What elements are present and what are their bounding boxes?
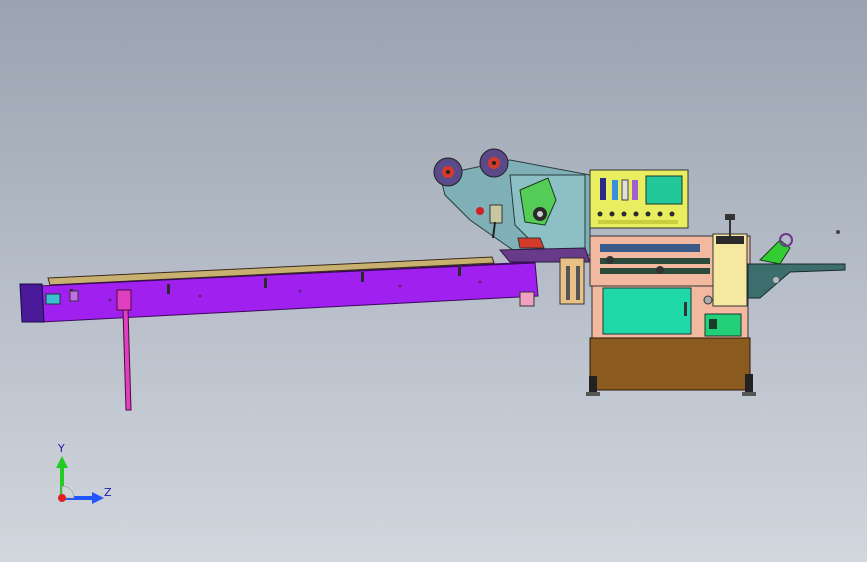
conveyor-pink-block[interactable] bbox=[519, 291, 535, 307]
packaging-machine-model[interactable] bbox=[0, 0, 867, 562]
control-panel[interactable] bbox=[589, 169, 689, 229]
outfeed-conveyor[interactable] bbox=[747, 263, 846, 299]
coordinate-triad: Y Z bbox=[40, 440, 120, 520]
cabinet-door[interactable] bbox=[602, 287, 692, 335]
film-roller-left[interactable] bbox=[433, 157, 463, 187]
triad-arrows bbox=[56, 456, 104, 504]
sealing-unit[interactable] bbox=[712, 214, 748, 307]
cutter-head[interactable] bbox=[758, 233, 793, 265]
transfer-bracket[interactable] bbox=[559, 257, 585, 305]
infeed-conveyor[interactable] bbox=[39, 256, 539, 323]
z-axis-label: Z bbox=[104, 486, 112, 499]
y-axis-label: Y bbox=[58, 442, 65, 455]
film-unwind-frame[interactable] bbox=[439, 159, 591, 256]
support-leg[interactable] bbox=[116, 289, 132, 411]
cad-viewport[interactable]: Y Z bbox=[0, 0, 867, 562]
film-roller-right[interactable] bbox=[479, 148, 509, 178]
